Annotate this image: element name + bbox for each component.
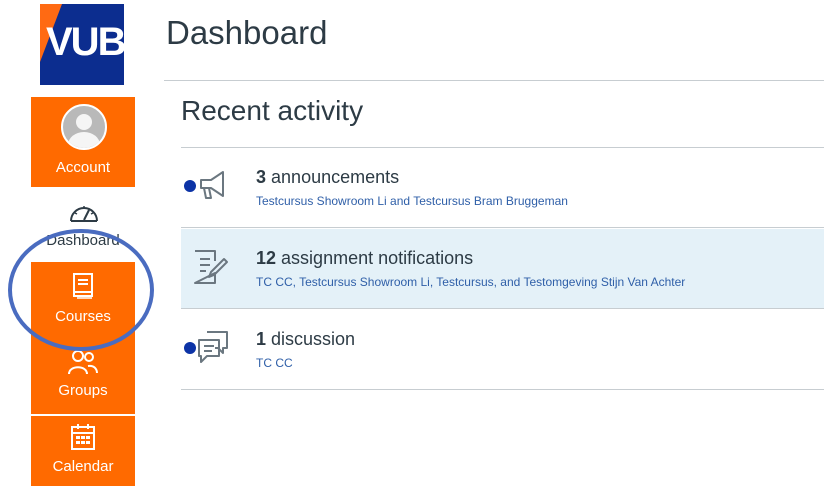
activity-courses[interactable]: Testcursus Showroom Li and Testcursus Br… — [256, 194, 568, 208]
avatar-icon — [61, 104, 107, 150]
calendar-icon — [71, 424, 95, 450]
activity-label: assignment notifications — [281, 248, 474, 268]
activity-count: 1 — [256, 329, 267, 349]
assignment-icon — [194, 250, 228, 284]
nav-calendar-label: Calendar — [52, 458, 114, 475]
activity-count: 3 — [256, 167, 267, 187]
activity-title[interactable]: 3 announcements — [256, 167, 399, 188]
activity-assignment-notifications[interactable]: 12 assignment notifications TC CC, Testc… — [181, 229, 824, 309]
nav-calendar[interactable]: Calendar — [31, 416, 135, 486]
nav-account-label: Account — [55, 159, 111, 176]
nav-account[interactable]: Account — [31, 97, 135, 187]
title-divider — [164, 80, 824, 81]
discussion-icon — [198, 331, 228, 363]
nav-groups-label: Groups — [58, 382, 108, 399]
page-title: Dashboard — [166, 14, 328, 51]
speedometer-icon — [70, 206, 98, 222]
logo-text: VUB — [46, 20, 124, 64]
activity-announcements[interactable]: 3 announcements Testcursus Showroom Li a… — [181, 148, 824, 228]
nav-groups[interactable]: Groups — [31, 342, 135, 414]
activity-title[interactable]: 12 assignment notifications — [256, 248, 473, 269]
recent-activity-title: Recent activity — [181, 95, 364, 126]
activity-courses[interactable]: TC CC, Testcursus Showroom Li, Testcursu… — [256, 275, 685, 289]
highlight-circle-annotation — [8, 229, 154, 351]
activity-title[interactable]: 1 discussion — [256, 329, 355, 350]
activity-count: 12 — [256, 248, 277, 268]
activity-courses[interactable]: TC CC — [256, 356, 293, 370]
users-icon — [68, 350, 98, 375]
activity-label: discussion — [271, 329, 356, 349]
activity-discussion[interactable]: 1 discussion TC CC — [181, 310, 824, 390]
activity-label: announcements — [271, 167, 400, 187]
vub-logo[interactable]: VUB — [40, 4, 124, 85]
megaphone-icon — [200, 171, 224, 199]
